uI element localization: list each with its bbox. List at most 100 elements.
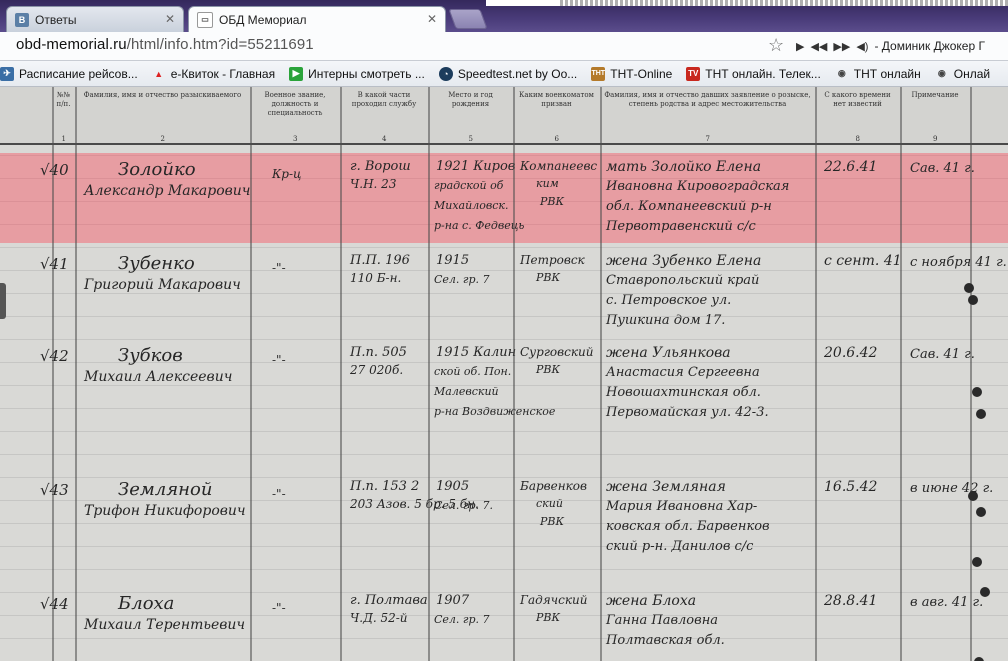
previous-track-icon[interactable]: ◀◀ bbox=[810, 40, 827, 53]
header-number: 9 bbox=[933, 135, 938, 143]
punch-hole bbox=[964, 283, 974, 293]
header-number: 3 bbox=[293, 135, 298, 143]
relative-detail: ский р-н. Данилов с/с bbox=[606, 539, 754, 554]
given-name: Григорий Макарович bbox=[84, 277, 241, 293]
url-text[interactable]: obd-memorial.ru/html/info.htm?id=5521169… bbox=[16, 36, 314, 53]
rank: -"- bbox=[272, 487, 286, 501]
relative-detail: ковская обл. Барвенков bbox=[606, 519, 770, 534]
unit: г. Ворош bbox=[350, 159, 411, 174]
close-icon[interactable]: ✕ bbox=[165, 12, 175, 26]
header-number: 1 bbox=[61, 135, 66, 143]
column-divider bbox=[340, 87, 342, 661]
given-name: Михаил Алексеевич bbox=[84, 369, 233, 385]
play-icon[interactable]: ▶ bbox=[796, 40, 804, 53]
surname: Земляной bbox=[118, 479, 213, 500]
tab-label: ОБД Мемориал bbox=[219, 12, 307, 27]
punch-hole bbox=[968, 491, 978, 501]
media-controls: ▶ ◀◀ ▶▶ ◀) - Доминик Джокер Г bbox=[796, 34, 985, 58]
punch-hole bbox=[972, 557, 982, 567]
enlistment-office: Гадячский bbox=[520, 593, 588, 607]
birth-detail: ской об. Пон. bbox=[434, 365, 512, 378]
column-divider bbox=[600, 87, 602, 661]
address-bar[interactable]: obd-memorial.ru/html/info.htm?id=5521169… bbox=[2, 34, 788, 56]
tab-otvety[interactable]: В Ответы ✕ bbox=[6, 6, 184, 32]
surname: Зубенко bbox=[118, 253, 195, 274]
unit: П.П. 196 bbox=[350, 253, 410, 268]
enlistment-office: Барвенков bbox=[520, 479, 588, 493]
note: с ноября 41 г. bbox=[910, 255, 1007, 270]
column-divider bbox=[75, 87, 77, 661]
enlistment-office-detail: ский bbox=[536, 497, 563, 510]
header-cell: Место и год рождения bbox=[448, 91, 493, 108]
rank: -"- bbox=[272, 601, 286, 615]
scanned-document: №№ п/п. 1 Фамилия, имя и отчество разыскив… bbox=[0, 87, 1008, 661]
volume-icon[interactable]: ◀) bbox=[856, 40, 868, 53]
punch-hole bbox=[980, 587, 990, 597]
unit: П.п. 153 2 bbox=[350, 479, 420, 494]
relative: жена Земляная bbox=[606, 479, 726, 495]
unit-detail: 110 Б-н. bbox=[350, 271, 402, 285]
now-playing-text: - Доминик Джокер Г bbox=[874, 39, 985, 53]
unit-detail: Ч.Д. 52-й bbox=[350, 611, 408, 625]
close-icon[interactable]: ✕ bbox=[427, 12, 437, 26]
relative-detail: Пушкина дом 17. bbox=[606, 313, 726, 328]
birth: 1921 Киров bbox=[436, 159, 516, 174]
column-divider bbox=[970, 87, 972, 661]
obd-icon: ▭ bbox=[197, 11, 213, 28]
last-news-date: 20.6.42 bbox=[824, 345, 878, 361]
enlistment-office: Сурговский bbox=[520, 345, 594, 359]
given-name: Трифон Никифорович bbox=[84, 503, 246, 519]
header-cell: С какого времени нет известий bbox=[824, 91, 891, 108]
relative-detail: обл. Компанеевский р-н bbox=[606, 199, 772, 214]
globe-icon: ◉ bbox=[837, 68, 846, 78]
row-number: √42 bbox=[40, 347, 69, 365]
bookmark-item[interactable]: ▶ Интерны смотреть ... bbox=[289, 66, 425, 81]
tab-obd-memorial[interactable]: ▭ ОБД Мемориал ✕ bbox=[188, 6, 446, 32]
bookmark-item[interactable]: ТНТ ТНТ-Online bbox=[591, 66, 672, 81]
relative-detail: Первотравенский с/с bbox=[606, 219, 756, 234]
enlistment-office-detail: РВК bbox=[540, 195, 564, 208]
note: в авг. 41 г. bbox=[910, 595, 984, 610]
page-title-overlap-text bbox=[560, 0, 1008, 6]
next-track-icon[interactable]: ▶▶ bbox=[833, 40, 850, 53]
column-divider bbox=[250, 87, 252, 661]
airplane-icon: ✈ bbox=[0, 66, 14, 81]
header-number: 6 bbox=[554, 135, 559, 143]
bookmark-item[interactable]: ◔ Speedtest.net by Oo... bbox=[438, 66, 577, 81]
header-cell: В какой части проходил службу bbox=[351, 91, 417, 108]
speedtest-icon: ◔ bbox=[438, 66, 453, 81]
enlistment-office-detail: РВК bbox=[536, 363, 560, 376]
enlistment-office-detail: ким bbox=[536, 177, 559, 190]
bookmark-item[interactable]: ◉ ТНТ онлайн bbox=[835, 67, 921, 81]
last-news-date: 16.5.42 bbox=[824, 479, 878, 495]
surname: Блоха bbox=[118, 593, 175, 614]
bookmark-item[interactable]: ✈ Расписание рейсов... bbox=[0, 66, 138, 81]
punch-hole bbox=[968, 295, 978, 305]
relative-detail: Ставропольский край bbox=[606, 273, 760, 288]
bookmark-star-icon[interactable]: ☆ bbox=[768, 35, 784, 56]
unit-detail: 27 020б. bbox=[350, 363, 404, 377]
relative: жена Блоха bbox=[606, 593, 697, 609]
new-tab-button[interactable] bbox=[448, 9, 488, 29]
birth-detail: р-на Воздвиженское bbox=[434, 405, 556, 418]
bookmark-item[interactable]: TV ТНТ онлайн. Телек... bbox=[686, 66, 821, 81]
birth: 1907 bbox=[436, 593, 470, 608]
enlistment-office-detail: РВК bbox=[540, 515, 564, 528]
column-divider bbox=[900, 87, 902, 661]
header-number: 2 bbox=[160, 135, 165, 143]
row-number: √43 bbox=[40, 481, 69, 499]
surname: Зубков bbox=[118, 345, 183, 366]
relative: жена Зубенко Елена bbox=[606, 253, 762, 269]
birth: 1915 Калин bbox=[436, 345, 517, 360]
surname: Золойко bbox=[118, 159, 196, 180]
column-divider bbox=[815, 87, 817, 661]
punch-hole bbox=[972, 387, 982, 397]
tab-strip: В Ответы ✕ ▭ ОБД Мемориал ✕ bbox=[0, 0, 1008, 32]
rank: -"- bbox=[272, 353, 286, 367]
bookmark-item[interactable]: ◉ Онлай bbox=[935, 67, 990, 81]
enlistment-office: Компанеевс bbox=[520, 159, 598, 173]
bookmark-item[interactable]: ▲ e-Квиток - Главная bbox=[152, 67, 275, 81]
birth: 1915 bbox=[436, 253, 470, 268]
relative-detail: с. Петровское ул. bbox=[606, 293, 732, 308]
browser-toolbar: obd-memorial.ru/html/info.htm?id=5521169… bbox=[0, 32, 1008, 61]
